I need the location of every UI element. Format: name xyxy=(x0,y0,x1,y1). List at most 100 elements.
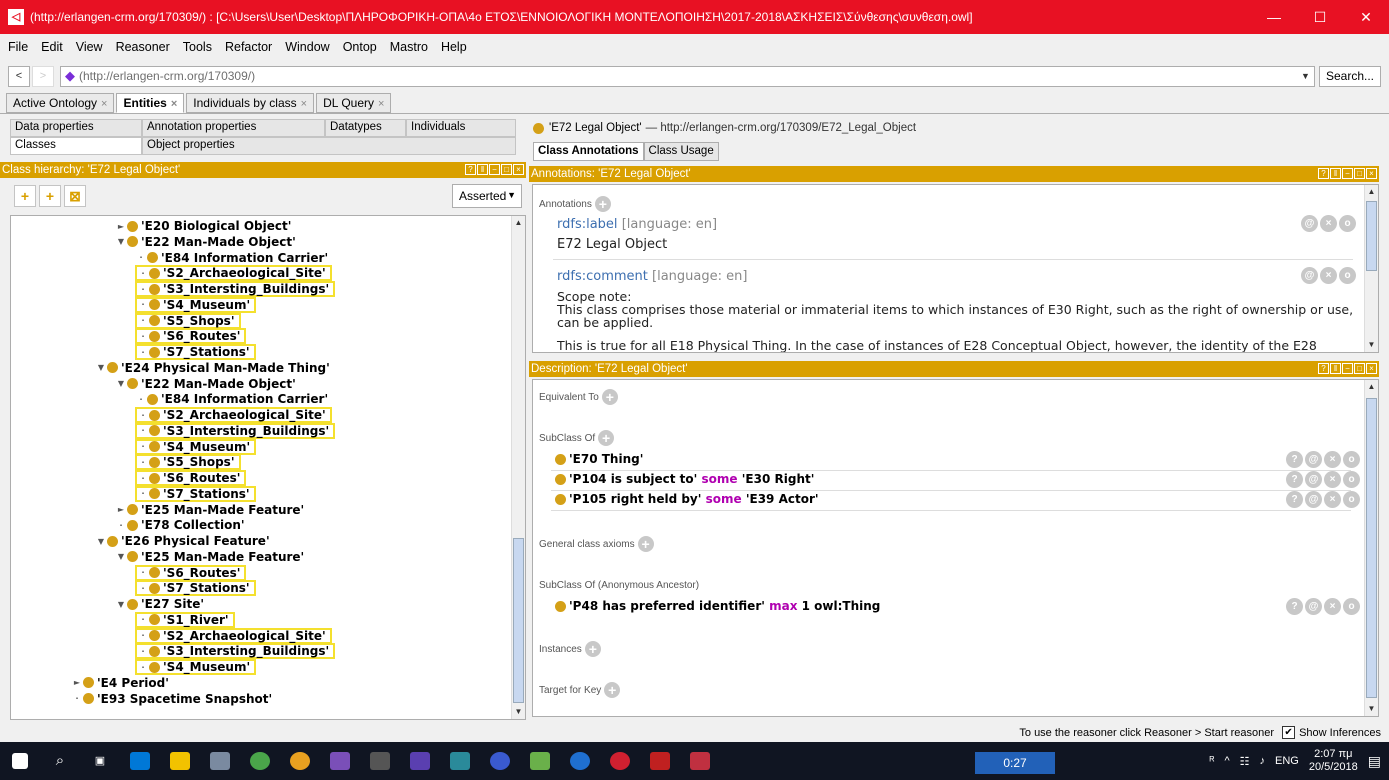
add-axiom-icon[interactable]: + xyxy=(637,536,654,552)
acrobat-icon[interactable] xyxy=(640,742,680,780)
tree-node[interactable]: · 'S4_Museum' xyxy=(135,296,257,313)
scroll-down-icon[interactable]: ▼ xyxy=(512,705,525,719)
chrome-icon[interactable] xyxy=(280,742,320,780)
delete-icon[interactable]: × xyxy=(1320,215,1337,232)
back-button[interactable]: < xyxy=(8,65,30,87)
edit-icon[interactable]: o xyxy=(1339,267,1356,284)
minimize-view-icon[interactable]: − xyxy=(1342,168,1353,179)
tree-node[interactable]: · 'S7_Stations' xyxy=(135,344,256,360)
tree-node[interactable]: · 'E84 Information Carrier' xyxy=(135,391,328,407)
tree-node[interactable]: ▼ 'E22 Man-Made Object' xyxy=(115,376,296,392)
app-green-icon[interactable] xyxy=(240,742,280,780)
clock[interactable]: 2:07 πμ 20/5/2018 xyxy=(1309,748,1358,774)
maximize-view-icon[interactable]: □ xyxy=(501,164,512,175)
tree-node[interactable]: ▼ 'E25 Man-Made Feature' xyxy=(115,549,304,565)
notepad-icon[interactable] xyxy=(520,742,560,780)
subtab-classes[interactable]: Classes xyxy=(10,137,142,155)
axiom-row[interactable]: 'P48 has preferred identifier' max 1 owl… xyxy=(555,599,880,613)
network-icon[interactable]: ☷ xyxy=(1240,755,1250,768)
menu-file[interactable]: File xyxy=(8,40,28,54)
scroll-thumb[interactable] xyxy=(513,538,524,703)
app-red-icon[interactable] xyxy=(600,742,640,780)
explain-icon[interactable]: ? xyxy=(1286,598,1303,615)
add-instance-icon[interactable]: + xyxy=(584,641,601,657)
tab-entities[interactable]: Entities × xyxy=(116,93,185,113)
menu-reasoner[interactable]: Reasoner xyxy=(116,40,170,54)
edit-icon[interactable]: o xyxy=(1343,451,1360,468)
scroll-down-icon[interactable]: ▼ xyxy=(1365,338,1378,352)
tree-node[interactable]: ▼ 'E22 Man-Made Object' xyxy=(115,234,296,250)
delete-icon[interactable]: × xyxy=(1324,451,1341,468)
pin-icon[interactable]: ‖ xyxy=(1330,168,1341,179)
annotations-scrollbar[interactable]: ▲ ▼ xyxy=(1364,185,1378,352)
explain-icon[interactable]: ? xyxy=(1286,491,1303,508)
app-globe-icon[interactable] xyxy=(480,742,520,780)
add-equivalent-icon[interactable]: + xyxy=(601,389,618,405)
tree-node[interactable]: ► 'E25 Man-Made Feature' xyxy=(115,502,304,518)
tree-node[interactable]: · 'S3_Intersting_Buildings' xyxy=(135,422,336,439)
search-button[interactable]: Search... xyxy=(1318,65,1381,87)
tree-node[interactable]: · 'S2_Archaeological_Site' xyxy=(135,627,332,644)
search-icon[interactable]: ⌕ xyxy=(40,742,80,780)
expand-down-icon[interactable]: ▼ xyxy=(115,600,127,609)
close-view-icon[interactable]: × xyxy=(1366,363,1377,374)
tree-node[interactable]: · 'S7_Stations' xyxy=(135,580,256,597)
add-annotation-icon[interactable]: + xyxy=(594,196,611,212)
scroll-down-icon[interactable]: ▼ xyxy=(1365,702,1378,716)
add-subclass-icon[interactable]: + xyxy=(14,185,36,207)
edit-icon[interactable]: o xyxy=(1343,471,1360,488)
tab-class-annotations[interactable]: Class Annotations xyxy=(533,142,644,161)
tree-scrollbar[interactable]: ▲ ▼ xyxy=(511,216,525,719)
tree-node[interactable]: · 'S6_Routes' xyxy=(135,470,247,486)
tree-node[interactable]: ▼ 'E27 Site' xyxy=(115,596,204,612)
tab-active-ontology[interactable]: Active Ontology × xyxy=(6,93,115,113)
description-scrollbar[interactable]: ▲ ▼ xyxy=(1364,380,1378,716)
tree-node[interactable]: · 'S6_Routes' xyxy=(135,564,247,581)
subtab-annotation-properties[interactable]: Annotation properties xyxy=(142,119,325,137)
close-tab-icon[interactable]: × xyxy=(301,98,307,110)
annotate-icon[interactable]: @ xyxy=(1305,598,1322,615)
firefox-icon[interactable] xyxy=(560,742,600,780)
delete-icon[interactable]: × xyxy=(1324,491,1341,508)
add-superclass-icon[interactable]: + xyxy=(598,430,615,446)
add-sibling-icon[interactable]: + xyxy=(39,185,61,207)
close-view-icon[interactable]: × xyxy=(513,164,524,175)
edit-icon[interactable]: o xyxy=(1339,215,1356,232)
ontology-address-field[interactable]: ◆ (http://erlangen-crm.org/170309/) ▼ xyxy=(60,65,1315,87)
annotate-icon[interactable]: @ xyxy=(1301,267,1318,284)
explain-icon[interactable]: ? xyxy=(1286,471,1303,488)
tree-node[interactable]: · 'E78 Collection' xyxy=(115,517,244,533)
chevron-up-icon[interactable]: ^ xyxy=(1224,755,1229,767)
class-tree[interactable]: ▲ ▼ ► 'E20 Biological Object' ▼ 'E22 Man-Ma… xyxy=(10,215,526,720)
task-view-icon[interactable]: ▣ xyxy=(80,742,120,780)
asserted-dropdown[interactable]: Asserted ▼ xyxy=(452,184,522,208)
close-view-icon[interactable]: × xyxy=(1366,168,1377,179)
protege-taskbar-icon[interactable] xyxy=(680,742,720,780)
subtab-individuals[interactable]: Individuals xyxy=(406,119,516,137)
tree-node[interactable]: · 'S2_Archaeological_Site' xyxy=(135,265,332,282)
start-icon[interactable] xyxy=(0,742,40,780)
scroll-thumb[interactable] xyxy=(1366,201,1377,271)
timer-widget[interactable]: 0:27 xyxy=(975,752,1055,774)
minimize-view-icon[interactable]: − xyxy=(1342,363,1353,374)
subtab-datatypes[interactable]: Datatypes xyxy=(325,119,406,137)
scroll-up-icon[interactable]: ▲ xyxy=(1365,185,1378,199)
people-icon[interactable]: ᴿ xyxy=(1209,755,1214,767)
show-inferences-checkbox[interactable]: ✔ xyxy=(1282,726,1296,739)
menu-edit[interactable]: Edit xyxy=(41,40,63,54)
add-key-icon[interactable]: + xyxy=(604,682,621,698)
menu-tools[interactable]: Tools xyxy=(183,40,212,54)
scroll-thumb[interactable] xyxy=(1366,398,1377,698)
scroll-up-icon[interactable]: ▲ xyxy=(1365,380,1378,394)
tree-node[interactable]: · 'E93 Spacetime Snapshot' xyxy=(71,691,272,707)
expand-right-icon[interactable]: ► xyxy=(71,678,83,687)
delete-icon[interactable]: × xyxy=(1320,267,1337,284)
tree-node[interactable]: · 'S1_River' xyxy=(135,611,235,628)
minimize-button[interactable]: — xyxy=(1251,9,1297,25)
edit-icon[interactable]: o xyxy=(1343,491,1360,508)
expand-right-icon[interactable]: ► xyxy=(115,505,127,514)
expand-down-icon[interactable]: ▼ xyxy=(95,363,107,372)
language-indicator[interactable]: ENG xyxy=(1275,755,1299,767)
tree-node[interactable]: · 'E84 Information Carrier' xyxy=(135,250,328,266)
menu-view[interactable]: View xyxy=(76,40,103,54)
